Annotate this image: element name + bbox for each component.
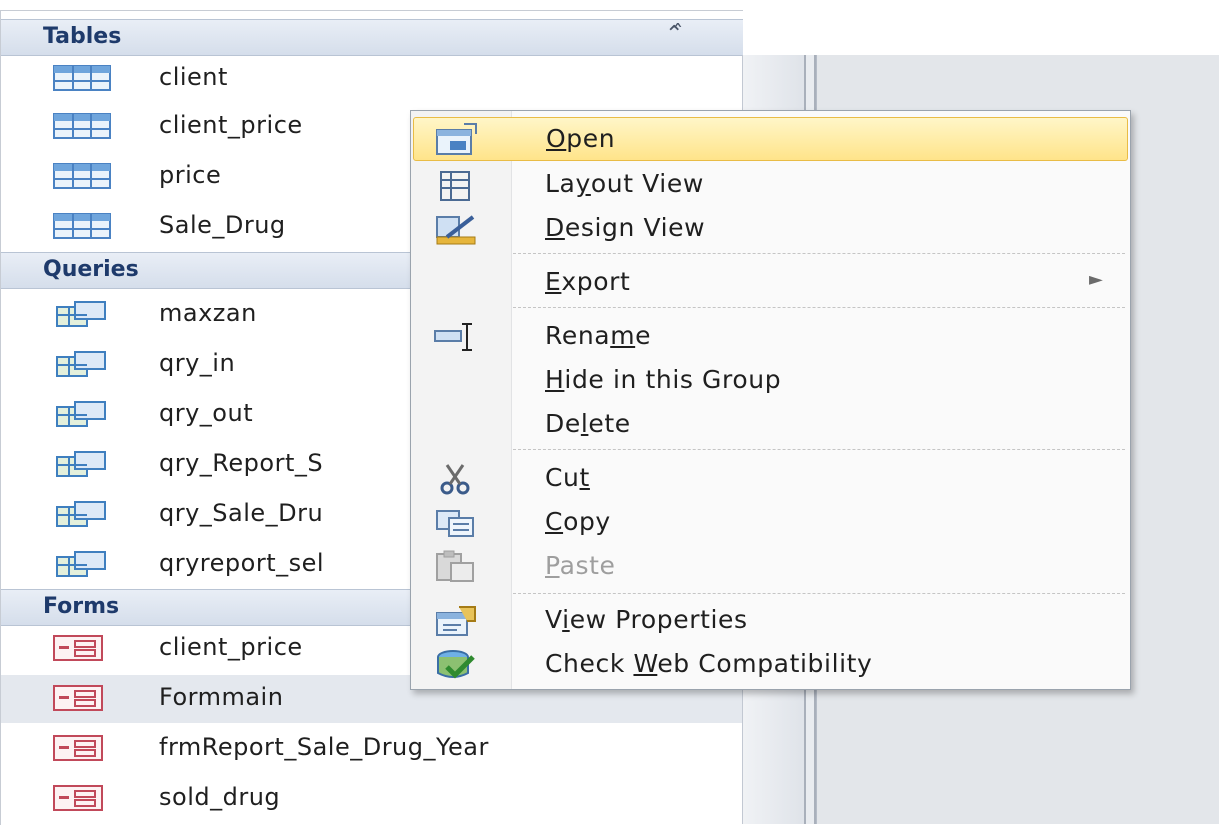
rename-icon <box>434 323 472 351</box>
query-icon <box>56 351 106 377</box>
nav-item-label: Formmain <box>159 683 284 711</box>
group-header-tables[interactable]: Tables ⌃̂ <box>1 19 743 56</box>
menu-item-label: View Properties <box>545 605 748 634</box>
form-icon <box>53 635 103 661</box>
web-compatibility-icon <box>437 650 475 679</box>
nav-item-label: client <box>159 63 228 91</box>
menu-item-export[interactable]: Export ► <box>413 261 1128 305</box>
menu-item-view-properties[interactable]: View Properties <box>413 599 1128 643</box>
query-icon <box>56 451 106 477</box>
query-icon <box>56 301 106 327</box>
nav-item-label: qry_in <box>159 349 236 377</box>
menu-separator <box>513 593 1125 594</box>
scissors-icon <box>440 464 470 495</box>
nav-item-label: price <box>159 161 222 189</box>
menu-item-label: Rename <box>545 321 652 350</box>
menu-item-check-web-compatibility[interactable]: Check Web Compatibility <box>413 643 1128 687</box>
table-icon <box>53 65 111 91</box>
form-icon <box>53 685 103 711</box>
menu-separator <box>513 307 1125 308</box>
group-title-forms: Forms <box>43 594 120 619</box>
nav-item-form[interactable]: frmReport_Sale_Drug_Year <box>1 725 743 773</box>
table-icon <box>53 113 111 139</box>
menu-item-label: Layout View <box>545 169 704 198</box>
nav-item-label: qryreport_sel <box>159 549 325 577</box>
query-icon <box>56 501 106 527</box>
nav-item-table[interactable]: client <box>1 55 743 103</box>
group-title-queries: Queries <box>43 257 139 282</box>
menu-item-label: Check Web Compatibility <box>545 649 873 678</box>
menu-item-design-view[interactable]: Design View <box>413 207 1128 251</box>
menu-separator <box>513 449 1125 450</box>
group-title-tables: Tables <box>43 24 122 49</box>
nav-item-label: maxzan <box>159 299 257 327</box>
nav-item-form[interactable]: sold_drug <box>1 775 743 823</box>
menu-item-label: Export <box>545 267 631 296</box>
menu-item-layout-view[interactable]: Layout View <box>413 163 1128 207</box>
menu-item-label: Copy <box>545 507 611 536</box>
nav-item-label: qry_Sale_Dru <box>159 499 324 527</box>
design-view-icon <box>436 215 476 245</box>
submenu-arrow-icon: ► <box>1089 269 1103 290</box>
menu-item-label: Paste <box>545 551 616 580</box>
menu-item-label: Delete <box>545 409 631 438</box>
nav-item-label: frmReport_Sale_Drug_Year <box>159 733 489 761</box>
menu-item-label: Cut <box>545 463 590 492</box>
context-menu: Open Layout View Design View Export ► Re… <box>410 110 1131 690</box>
menu-item-cut[interactable]: Cut <box>413 457 1128 501</box>
nav-item-label: sold_drug <box>159 783 281 811</box>
properties-icon <box>436 606 476 636</box>
form-icon <box>53 735 103 761</box>
layout-view-icon <box>440 171 470 201</box>
nav-item-label: Sale_Drug <box>159 211 286 239</box>
nav-item-label: client_price <box>159 111 303 139</box>
open-form-icon <box>436 123 477 155</box>
query-icon <box>56 401 106 427</box>
menu-item-copy[interactable]: Copy <box>413 501 1128 545</box>
nav-item-label: client_price <box>159 633 303 661</box>
menu-item-label: Design View <box>545 213 706 242</box>
nav-item-label: qry_out <box>159 399 254 427</box>
menu-item-open[interactable]: Open <box>413 117 1128 161</box>
menu-item-label: Hide in this Group <box>545 365 782 394</box>
menu-item-paste[interactable]: Paste <box>413 545 1128 589</box>
table-icon <box>53 213 111 239</box>
table-icon <box>53 163 111 189</box>
nav-item-label: qry_Report_S <box>159 449 324 477</box>
paste-icon <box>436 550 474 582</box>
form-icon <box>53 785 103 811</box>
menu-separator <box>513 253 1125 254</box>
copy-icon <box>436 510 474 537</box>
menu-item-rename[interactable]: Rename <box>413 315 1128 359</box>
chevron-double-up-icon[interactable]: ⌃̂ <box>665 22 683 47</box>
menu-item-hide-in-group[interactable]: Hide in this Group <box>413 359 1128 403</box>
menu-item-delete[interactable]: Delete <box>413 403 1128 447</box>
query-icon <box>56 551 106 577</box>
menu-item-label: Open <box>546 124 616 153</box>
